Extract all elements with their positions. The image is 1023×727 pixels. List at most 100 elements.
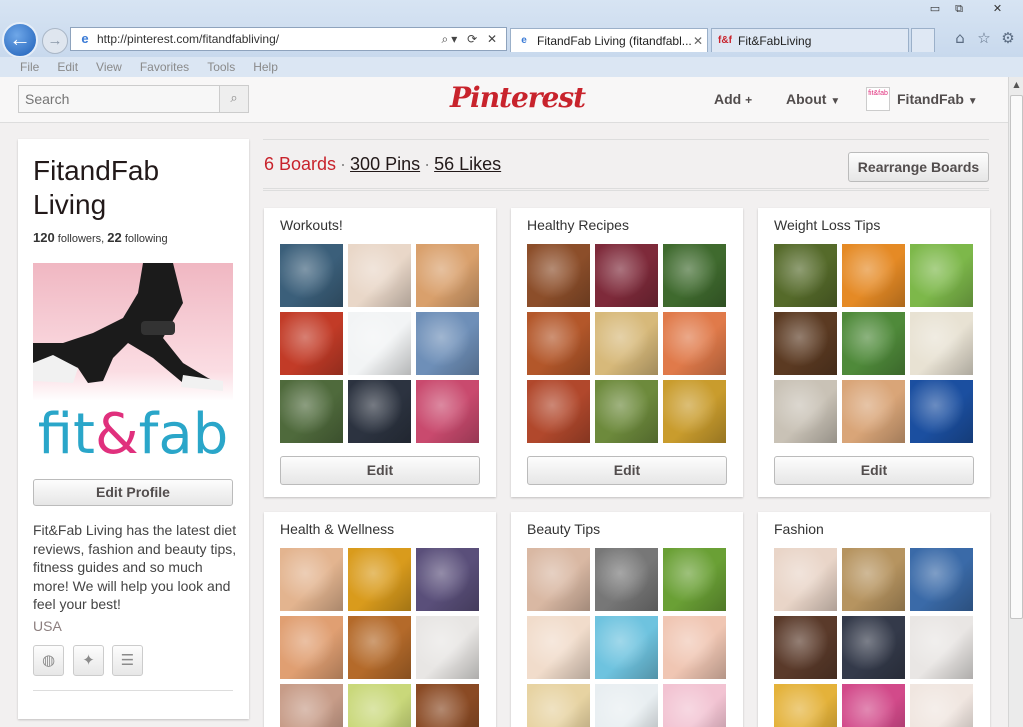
- thumb-pink-nails: [663, 616, 726, 679]
- website-icon[interactable]: ◍: [33, 645, 64, 676]
- board-title[interactable]: Fashion: [774, 521, 824, 537]
- scroll-thumb[interactable]: [1010, 95, 1023, 619]
- tab-label: FitandFab Living (fitandfabl...: [537, 33, 692, 48]
- scroll-up-icon[interactable]: ▲: [1011, 80, 1022, 90]
- board-edit-button[interactable]: Edit: [280, 456, 480, 485]
- user-menu[interactable]: FitandFab ▼: [897, 91, 978, 107]
- tab-fitandfab-pinterest[interactable]: e FitandFab Living (fitandfabl... ✕: [510, 28, 708, 52]
- following-count[interactable]: 22: [107, 230, 121, 245]
- board-thumbnail-grid[interactable]: [280, 548, 480, 727]
- chevron-down-icon: ▼: [967, 96, 978, 107]
- pinterest-logo[interactable]: Pinterest: [450, 81, 586, 114]
- thumb-waist-measure: [842, 380, 905, 443]
- thumb-fruit-bowl: [774, 244, 837, 307]
- home-icon[interactable]: ⌂: [950, 28, 970, 48]
- thumb-grain-bowl: [595, 312, 658, 375]
- board-card[interactable]: Healthy Recipes Edit: [511, 208, 743, 497]
- thumb-kiwi: [663, 548, 726, 611]
- user-label: FitandFab: [897, 91, 964, 107]
- board-title[interactable]: Health & Wellness: [280, 521, 394, 537]
- board-card[interactable]: Fashion: [758, 512, 990, 727]
- board-thumbnail-grid[interactable]: [527, 244, 727, 444]
- menu-tools[interactable]: Tools: [207, 60, 235, 74]
- close-tab-icon[interactable]: ✕: [693, 34, 703, 48]
- board-thumbnail-grid[interactable]: [774, 548, 974, 727]
- thumb-apple-tape: [910, 244, 973, 307]
- profile-stats: 120 followers, 22 following: [33, 230, 168, 245]
- rearrange-boards-button[interactable]: Rearrange Boards: [848, 152, 989, 182]
- address-url[interactable]: http://pinterest.com/fitandfabliving/: [97, 32, 442, 46]
- restore-button[interactable]: ⧉: [944, 0, 974, 18]
- thumb-green-salad: [595, 380, 658, 443]
- thumb-cream-jar: [527, 684, 590, 727]
- menu-favorites[interactable]: Favorites: [140, 60, 189, 74]
- thumb-spinach: [842, 312, 905, 375]
- following-label[interactable]: following: [125, 233, 168, 245]
- menu-view[interactable]: View: [96, 60, 122, 74]
- followers-count[interactable]: 120: [33, 230, 55, 245]
- thumb-capsules: [280, 616, 343, 679]
- followers-label[interactable]: followers,: [58, 233, 104, 245]
- boards-count-link[interactable]: 6 Boards: [264, 154, 336, 174]
- tab-label: Fit&FabLiving: [738, 33, 812, 48]
- board-card[interactable]: Health & Wellness: [264, 512, 496, 727]
- thumb-lasagna: [527, 312, 590, 375]
- new-tab-button[interactable]: [911, 28, 935, 52]
- thumb-park-workout: [280, 380, 343, 443]
- thumb-scale-tape: [910, 312, 973, 375]
- thumb-gold-gown: [842, 548, 905, 611]
- board-card[interactable]: Beauty Tips: [511, 512, 743, 727]
- back-button[interactable]: ←: [2, 22, 38, 58]
- user-avatar[interactable]: fit&fab: [866, 87, 890, 111]
- thumb-runner-silhouette: [348, 380, 411, 443]
- settings-gear-icon[interactable]: ⚙: [998, 28, 1018, 48]
- thumb-beets: [595, 244, 658, 307]
- tab-fitfabliving[interactable]: f&f Fit&FabLiving: [711, 28, 909, 52]
- vertical-scrollbar[interactable]: ▲: [1008, 77, 1023, 727]
- thumb-oranges: [842, 244, 905, 307]
- thumb-suit-man: [842, 616, 905, 679]
- board-thumbnail-grid[interactable]: [527, 548, 727, 727]
- thumb-face-cream: [527, 616, 590, 679]
- board-title[interactable]: Healthy Recipes: [527, 217, 629, 233]
- edit-profile-button[interactable]: Edit Profile: [33, 479, 233, 506]
- menu-file[interactable]: File: [20, 60, 39, 74]
- thumb-pills-hand: [280, 548, 343, 611]
- favorites-star-icon[interactable]: ☆: [974, 28, 994, 48]
- pins-count-link[interactable]: 300 Pins: [350, 154, 420, 174]
- profile-photo: fit&fab: [33, 263, 233, 460]
- menu-help[interactable]: Help: [253, 60, 278, 74]
- search-input[interactable]: [18, 85, 220, 113]
- twitter-icon[interactable]: ✦: [73, 645, 104, 676]
- chevron-down-icon: ▼: [830, 96, 841, 107]
- thumb-sandwich: [527, 244, 590, 307]
- thumb-waist-measure: [416, 244, 479, 307]
- board-edit-button[interactable]: Edit: [527, 456, 727, 485]
- thumb-woman-stretching: [348, 244, 411, 307]
- board-thumbnail-grid[interactable]: [280, 244, 480, 444]
- search-icon: ⌕: [230, 91, 238, 106]
- close-window-button[interactable]: ✕: [975, 0, 1020, 18]
- add-menu[interactable]: Add +: [714, 91, 752, 107]
- likes-count-link[interactable]: 56 Likes: [434, 154, 501, 174]
- board-edit-button[interactable]: Edit: [774, 456, 974, 485]
- board-card[interactable]: Weight Loss Tips Edit: [758, 208, 990, 497]
- about-menu[interactable]: About ▼: [786, 91, 840, 107]
- add-label: Add: [714, 91, 742, 107]
- board-title[interactable]: Weight Loss Tips: [774, 217, 880, 233]
- rss-icon[interactable]: ☰: [112, 645, 143, 676]
- thumb-steak: [774, 312, 837, 375]
- board-title[interactable]: Workouts!: [280, 217, 343, 233]
- fitfab-tab-icon: f&f: [718, 34, 732, 46]
- thumb-woman-portrait: [774, 616, 837, 679]
- board-card[interactable]: Workouts! Edit: [264, 208, 496, 497]
- board-thumbnail-grid[interactable]: [774, 244, 974, 444]
- address-bar[interactable]: e http://pinterest.com/fitandfabliving/ …: [70, 27, 507, 51]
- board-title[interactable]: Beauty Tips: [527, 521, 600, 537]
- thumb-cycling-class: [280, 244, 343, 307]
- forward-button[interactable]: →: [42, 28, 68, 54]
- menu-edit[interactable]: Edit: [57, 60, 78, 74]
- search-button[interactable]: ⌕: [219, 85, 249, 113]
- menu-bar: File Edit View Favorites Tools Help: [0, 57, 1023, 77]
- address-tools-icon[interactable]: ⌕▾ ⟳ ✕: [442, 32, 506, 47]
